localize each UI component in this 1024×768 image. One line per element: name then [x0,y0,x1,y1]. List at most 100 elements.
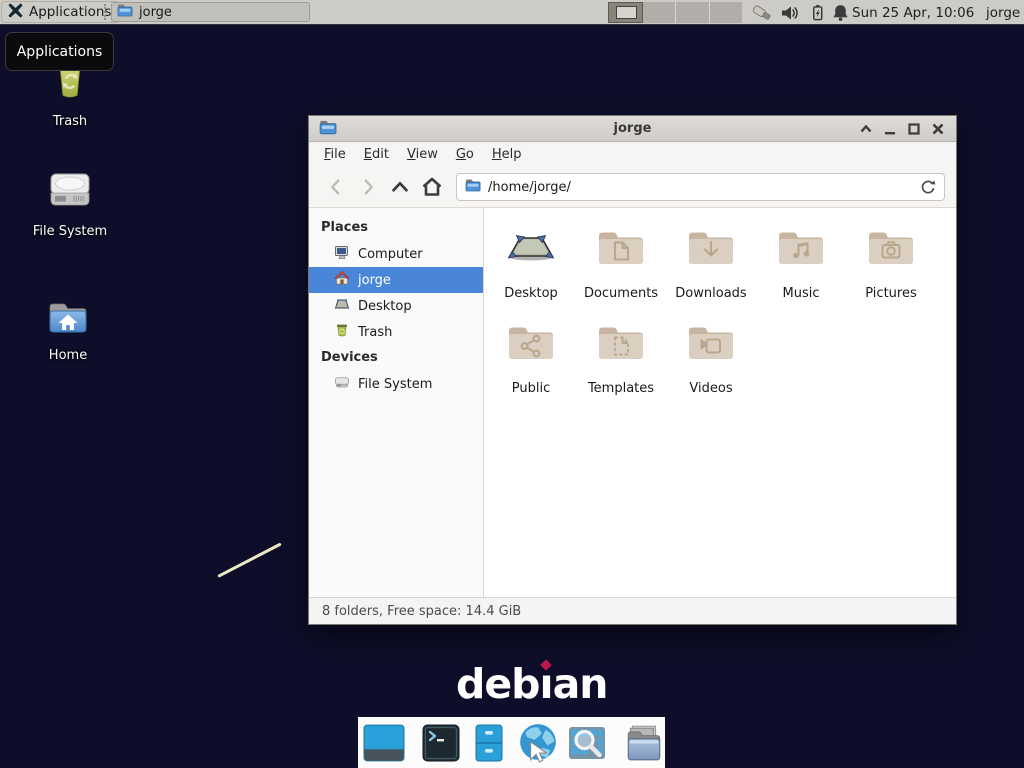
applications-menu-button[interactable]: Applications [1,1,120,23]
file-manager-window: jorge File Edit View Go Help [308,115,957,625]
web-browser-icon[interactable] [517,722,559,764]
reload-icon[interactable] [920,179,936,195]
workspace-3[interactable] [676,2,710,23]
desktop-icon-label: Trash [22,114,118,129]
sidebar-item-trash[interactable]: Trash [309,319,483,345]
public-folder-icon [507,347,555,366]
notifications-tray-icon[interactable] [829,2,851,23]
sidebar-item-label: jorge [358,273,391,288]
show-desktop-icon[interactable] [363,722,405,764]
file-browser-icon[interactable] [623,722,665,764]
application-finder-icon[interactable] [567,722,607,764]
file-manager-icon[interactable] [469,722,509,764]
workspace-2[interactable] [643,2,677,23]
workspace-4[interactable] [710,2,743,23]
file-item-templates[interactable]: Templates [576,313,666,408]
watermark-text: deb [456,660,540,708]
file-item-documents[interactable]: Documents [576,218,666,313]
computer-icon [334,244,350,264]
toolbar: /home/jorge/ [309,167,956,208]
taskbar-window-button[interactable]: jorge [111,2,310,22]
file-item-music[interactable]: Music [756,218,846,313]
menu-help[interactable]: Help [483,144,531,165]
hard-drive-icon [45,197,95,216]
sidebar: Places Computer jorge Desktop [309,208,484,597]
pictures-folder-icon [867,252,915,271]
window-folder-icon [319,119,337,139]
input-device-tray-icon[interactable] [751,2,773,23]
debian-watermark: debıan [456,660,607,708]
maximize-button[interactable] [905,120,922,137]
task-button-label: jorge [139,5,172,20]
terminal-icon[interactable] [421,722,461,764]
file-label: Music [756,286,846,301]
desktop-desk-icon [507,252,555,271]
desktop-icon-home[interactable]: Home [20,292,116,363]
file-item-videos[interactable]: Videos [666,313,756,408]
battery-tray-icon[interactable] [806,2,828,23]
path-input[interactable]: /home/jorge/ [488,180,571,195]
applications-tooltip: Applications [5,32,114,71]
file-item-pictures[interactable]: Pictures [846,218,936,313]
file-label: Videos [666,381,756,396]
menubar: File Edit View Go Help [309,142,956,167]
statusbar: 8 folders, Free space: 14.4 GiB [309,597,956,624]
minimize-button[interactable] [881,120,898,137]
volume-tray-icon[interactable] [779,2,801,23]
sidebar-item-label: Desktop [358,299,412,314]
sidebar-item-desktop[interactable]: Desktop [309,293,483,319]
path-folder-icon [465,178,481,196]
workspace-window-preview [616,6,637,19]
panel-username[interactable]: jorge [986,0,1020,25]
home-button[interactable] [416,172,448,202]
sidebar-item-label: Trash [358,325,392,340]
trash-icon [46,87,94,106]
menu-file[interactable]: File [315,144,355,165]
documents-folder-icon [597,252,645,271]
file-item-desktop[interactable]: Desktop [486,218,576,313]
file-item-public[interactable]: Public [486,313,576,408]
window-titlebar[interactable]: jorge [309,116,956,142]
home-icon [334,270,350,290]
top-panel: Applications jorge Sun 25 Apr, 10:06 jor… [0,0,1024,25]
sidebar-item-computer[interactable]: Computer [309,241,483,267]
downloads-folder-icon [687,252,735,271]
task-folder-icon [117,3,133,21]
workspace-1[interactable] [608,2,643,23]
file-label: Documents [576,286,666,301]
home-folder-icon [43,321,93,340]
status-text: 8 folders, Free space: 14.4 GiB [322,604,521,619]
menu-go[interactable]: Go [447,144,483,165]
sidebar-item-filesystem[interactable]: File System [309,371,483,397]
file-view[interactable]: Desktop Documents [484,208,956,597]
file-item-downloads[interactable]: Downloads [666,218,756,313]
menu-edit[interactable]: Edit [355,144,398,165]
file-label: Pictures [846,286,936,301]
desktop-icon-filesystem[interactable]: File System [22,168,118,239]
music-folder-icon [777,252,825,271]
shade-button[interactable] [857,120,874,137]
forward-button[interactable] [352,172,384,202]
file-label: Downloads [666,286,756,301]
panel-clock[interactable]: Sun 25 Apr, 10:06 [852,0,974,25]
sidebar-item-jorge[interactable]: jorge [309,267,483,293]
file-label: Templates [576,381,666,396]
tasklist-handle[interactable] [104,4,107,20]
back-button[interactable] [320,172,352,202]
sidebar-item-label: Computer [358,247,423,262]
videos-folder-icon [687,347,735,366]
workspace-switcher [608,2,742,23]
menu-view[interactable]: View [398,144,447,165]
watermark-text: an [553,660,608,708]
up-button[interactable] [384,172,416,202]
path-bar[interactable]: /home/jorge/ [456,173,945,201]
sidebar-item-label: File System [358,377,432,392]
window-content: Places Computer jorge Desktop [309,208,956,597]
templates-folder-icon [597,347,645,366]
sidebar-header-places: Places [309,215,483,241]
close-button[interactable] [929,120,946,137]
file-label: Public [486,381,576,396]
desktop-icon-label: Home [20,348,116,363]
drive-small-icon [334,374,350,394]
dock [358,717,665,768]
